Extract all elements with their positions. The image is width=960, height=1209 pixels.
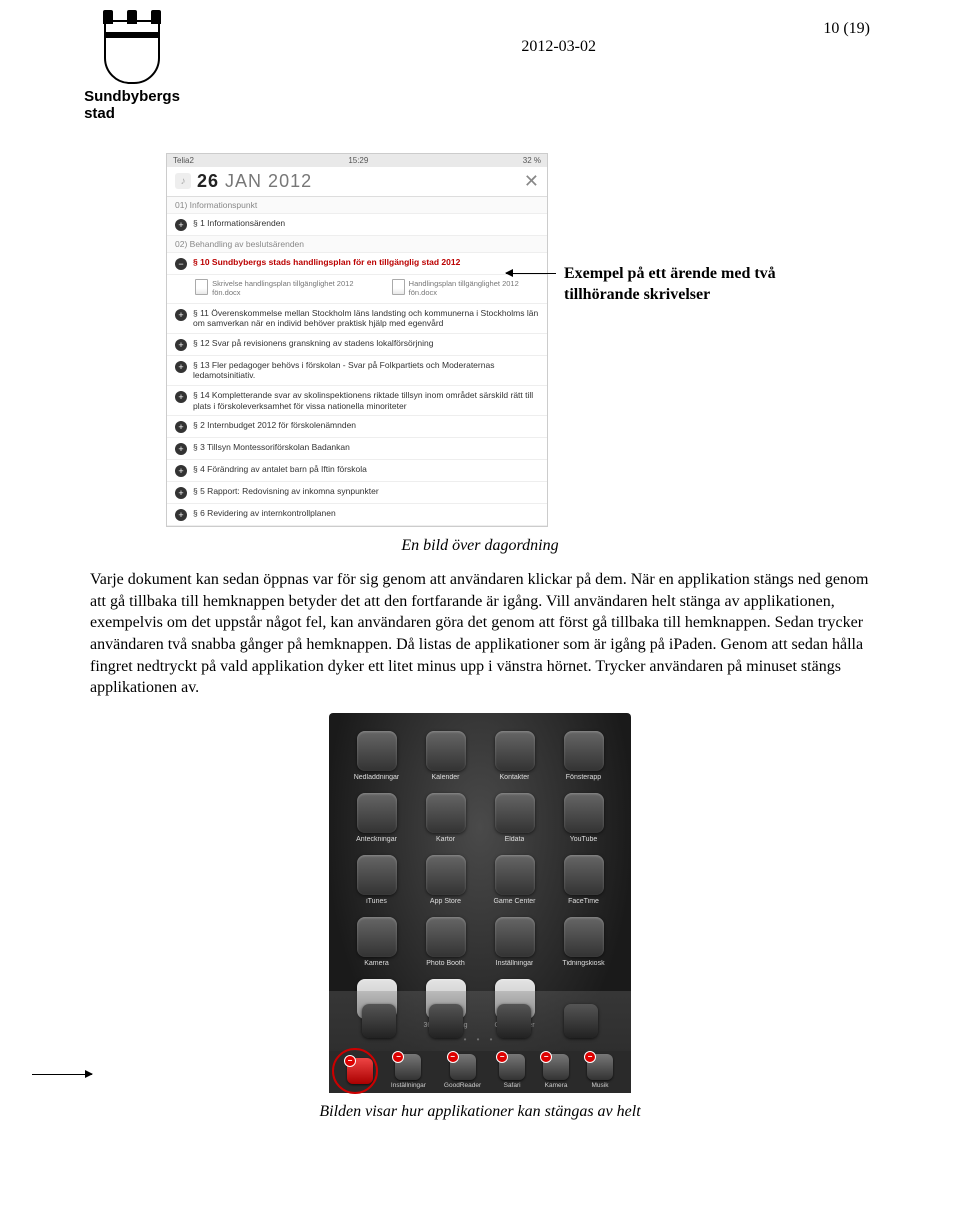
document-icon <box>195 279 208 295</box>
dock-app-icon[interactable] <box>362 1004 396 1038</box>
caption-home: Bilden visar hur applikationer kan stäng… <box>90 1103 870 1121</box>
running-app[interactable]: −GoodReader <box>444 1054 481 1089</box>
close-minus-icon[interactable]: − <box>344 1055 356 1067</box>
expand-icon[interactable]: + <box>175 509 187 521</box>
agenda-item[interactable]: +§ 2 Internbudget 2012 för förskolenämnd… <box>167 416 547 438</box>
section-header-2: 02) Behandling av beslutsärenden <box>167 236 547 253</box>
agenda-item[interactable]: +§ 4 Förändring av antalet barn på Iftin… <box>167 460 547 482</box>
dock-app-icon[interactable] <box>497 1004 531 1038</box>
agenda-item-selected[interactable]: −§ 10 Sundbybergs stads handlingsplan fö… <box>167 253 547 275</box>
app-icon-tile[interactable]: Photo Booth <box>416 917 475 967</box>
app-icon-tile[interactable]: Game Center <box>485 855 544 905</box>
expand-icon[interactable]: + <box>175 487 187 499</box>
running-app[interactable]: − <box>347 1058 373 1086</box>
app-icon-tile[interactable]: Kartor <box>416 793 475 843</box>
agenda-item[interactable]: +§ 5 Rapport: Redovisning av inkomna syn… <box>167 482 547 504</box>
running-app[interactable]: −Kamera <box>543 1054 569 1089</box>
running-app[interactable]: −Inställningar <box>391 1054 426 1089</box>
agenda-item[interactable]: +§ 6 Revidering av internkontrollplanen <box>167 504 547 526</box>
page-number: 10 (19) <box>823 20 870 38</box>
agenda-item[interactable]: +§ 13 Fler pedagoger behövs i förskolan … <box>167 356 547 386</box>
arrow-left-icon <box>506 273 556 274</box>
agenda-item[interactable]: +§ 11 Överenskommelse mellan Stockholm l… <box>167 304 547 334</box>
body-paragraph: Varje dokument kan sedan öppnas var för … <box>90 569 870 699</box>
app-icon-tile[interactable]: Kontakter <box>485 731 544 781</box>
dock-app-icon[interactable] <box>564 1004 598 1038</box>
attachment[interactable]: Handlingsplan tillgänglighet 2012 fön.do… <box>392 279 539 297</box>
multitask-tray: − −Inställningar −GoodReader −Safari −Ka… <box>329 1051 631 1093</box>
expand-icon[interactable]: + <box>175 421 187 433</box>
brand-line1: Sundbybergs <box>84 88 180 105</box>
running-app[interactable]: −Safari <box>499 1054 525 1089</box>
close-minus-icon[interactable]: − <box>447 1051 459 1063</box>
close-minus-icon[interactable]: − <box>584 1051 596 1063</box>
expand-icon[interactable]: + <box>175 465 187 477</box>
arrow-right-icon <box>32 1074 92 1075</box>
app-icon-tile[interactable]: Eldata <box>485 793 544 843</box>
ipad-agenda-screenshot: Telia2 15:29 32 % ♪ 26 JAN 2012 ✕ 01) In… <box>166 153 548 528</box>
collapse-icon[interactable]: − <box>175 258 187 270</box>
expand-icon[interactable]: + <box>175 443 187 455</box>
app-icon-tile[interactable]: YouTube <box>554 793 613 843</box>
app-icon-tile[interactable]: Fönsterapp <box>554 731 613 781</box>
app-icon-tile[interactable]: FaceTime <box>554 855 613 905</box>
close-minus-icon[interactable]: − <box>540 1051 552 1063</box>
agenda-item[interactable]: +§ 12 Svar på revisionens granskning av … <box>167 334 547 356</box>
agenda-item[interactable]: +§ 1 Informationsärenden <box>167 214 547 236</box>
caption-agenda: En bild över dagordning <box>90 537 870 555</box>
app-icon-tile[interactable]: App Store <box>416 855 475 905</box>
document-icon <box>392 279 405 295</box>
expand-icon[interactable]: + <box>175 361 187 373</box>
attachment[interactable]: Skrivelse handlingsplan tillgänglighet 2… <box>195 279 372 297</box>
status-battery: 32 % <box>523 156 541 165</box>
close-minus-icon[interactable]: − <box>392 1051 404 1063</box>
expand-icon[interactable]: + <box>175 339 187 351</box>
app-icon-tile[interactable]: Kamera <box>347 917 406 967</box>
app-icon-tile[interactable]: Nedladdningar <box>347 731 406 781</box>
app-icon-tile[interactable]: Inställningar <box>485 917 544 967</box>
status-carrier: Telia2 <box>173 156 194 165</box>
agenda-item[interactable]: +§ 3 Tillsyn Montessoriförskolan Badanka… <box>167 438 547 460</box>
ipad-home-screenshot: Nedladdningar Kalender Kontakter Fönster… <box>329 713 631 1093</box>
brand-line2: stad <box>84 105 180 122</box>
app-icon-tile[interactable]: Kalender <box>416 731 475 781</box>
agenda-date: 26 JAN 2012 <box>197 171 312 192</box>
agenda-item[interactable]: +§ 14 Kompletterande svar av skolinspekt… <box>167 386 547 416</box>
app-icon-tile[interactable]: iTunes <box>347 855 406 905</box>
dock <box>329 991 631 1051</box>
document-date: 2012-03-02 <box>521 38 596 56</box>
app-icon-tile[interactable]: Anteckningar <box>347 793 406 843</box>
expand-icon[interactable]: + <box>175 219 187 231</box>
callout-example: Exempel på ett ärende med två tillhörand… <box>564 263 794 306</box>
expand-icon[interactable]: + <box>175 309 187 321</box>
expand-icon[interactable]: + <box>175 391 187 403</box>
back-icon[interactable]: ♪ <box>175 173 191 189</box>
running-app[interactable]: −Musik <box>587 1054 613 1089</box>
app-icon-tile[interactable]: Tidningskiosk <box>554 917 613 967</box>
close-minus-icon[interactable]: − <box>496 1051 508 1063</box>
section-header-1: 01) Informationspunkt <box>167 197 547 214</box>
dock-app-icon[interactable] <box>429 1004 463 1038</box>
close-icon[interactable]: ✕ <box>524 171 539 192</box>
municipality-logo: Sundbybergs stad <box>90 20 174 123</box>
status-time: 15:29 <box>348 156 368 165</box>
